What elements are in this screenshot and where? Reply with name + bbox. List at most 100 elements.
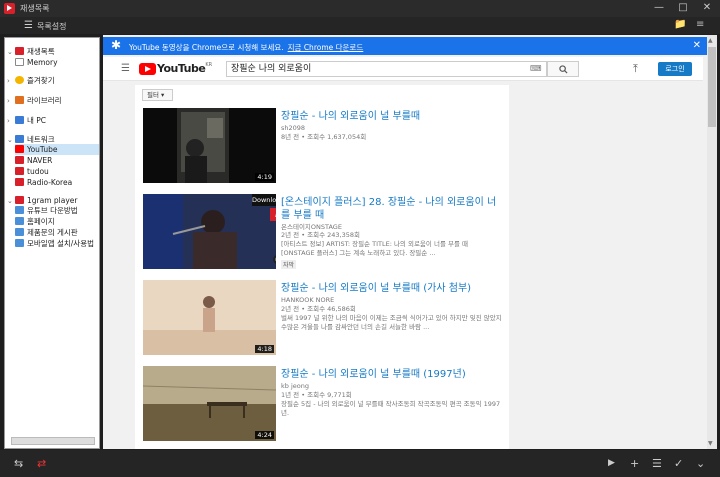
- video-meta: 2년 전 • 조회수 46,586회: [281, 305, 356, 313]
- upload-icon[interactable]: ⤒: [633, 62, 638, 76]
- tree-item-naver[interactable]: NAVER: [15, 155, 52, 166]
- playlist-icon[interactable]: ☰: [652, 457, 662, 470]
- expand-down-icon[interactable]: ⌄: [696, 457, 705, 470]
- memory-icon: [15, 58, 24, 66]
- chrome-download-link[interactable]: 지금 Chrome 다운로드: [288, 43, 364, 52]
- video-result[interactable]: Download(MP3) i ◷ [온스테이지 플러스] 28. 장필순 - …: [135, 194, 509, 274]
- horizontal-scrollbar[interactable]: [11, 437, 95, 445]
- channel-name[interactable]: kb jeong: [281, 382, 309, 391]
- download-tooltip: Download(MP3): [252, 194, 276, 206]
- tree-item-mobile-app[interactable]: 모바일앱 설치/사용법: [15, 238, 94, 249]
- folder-icon[interactable]: 📁: [674, 19, 686, 30]
- list-icon[interactable]: ☰: [24, 20, 33, 31]
- youtube-header: ☰ YouTubeKR 장필순 나의 외로움이 ⌨ ⤒ 로그인: [103, 57, 703, 81]
- video-meta: 2년 전 • 조회수 243,358회: [281, 231, 360, 239]
- video-meta: 8년 전 • 조회수 1,637,054회: [281, 133, 367, 141]
- channel-name[interactable]: HANKOOK NORE: [281, 296, 334, 305]
- video-title-link[interactable]: 장필순 - 나의 외로움이 널 부를때 (가사 첨부): [281, 282, 501, 295]
- video-title-link[interactable]: 장필순 - 나의 외로움이 널 부를때 (1997년): [281, 368, 501, 381]
- sidebar-tree[interactable]: ⌄ 재생목록 Memory › 즐겨찾기 › 라이브러리 › 내 PC ⌄ 네트워크 Yo…: [4, 37, 100, 449]
- star-icon: ✱: [111, 38, 122, 52]
- play-icon[interactable]: ▶: [608, 458, 615, 468]
- caption-badge: 자막: [281, 260, 297, 269]
- video-duration: 4:18: [255, 345, 274, 353]
- filter-button[interactable]: 필터 ▾: [142, 89, 173, 101]
- video-description: 장필순 5집 - 나의 외로움이 널 부를때 작사조동희 작곡조동익 편곡 조동…: [281, 400, 501, 417]
- video-result[interactable]: 4:18 장필순 - 나의 외로움이 널 부를때 (가사 첨부) HANKOOK…: [135, 280, 509, 360]
- channel-name[interactable]: sh2098: [281, 124, 305, 133]
- playlist-settings-label[interactable]: 목록설정: [37, 21, 66, 32]
- playlist-icon: [15, 47, 24, 55]
- video-result[interactable]: 4:19 장필순 - 나의 외로움이 널 부를때 sh2098 8년 전 • 조…: [135, 108, 509, 188]
- tree-item-library[interactable]: › 라이브러리: [7, 95, 62, 106]
- tree-item-homepage[interactable]: 홈페이지: [15, 216, 55, 227]
- shuffle-icon[interactable]: ⇄: [37, 457, 46, 470]
- sort-menu-icon[interactable]: ≡: [696, 19, 704, 30]
- youtube-play-icon: [139, 62, 156, 75]
- tree-item-my-pc[interactable]: › 내 PC: [7, 115, 46, 126]
- tree-item-youtube[interactable]: YouTube: [15, 144, 99, 155]
- collapse-arrow-icon[interactable]: ⌄: [7, 196, 15, 207]
- tree-item-youtube-guide[interactable]: 유튜브 다운방법: [15, 205, 78, 216]
- app-logo-icon: [15, 196, 24, 204]
- video-result[interactable]: 4:24 장필순 - 나의 외로움이 널 부를때 (1997년) kb jeon…: [135, 366, 509, 446]
- video-description: 벌써 1997 널 위한 나의 마음이 이제는 조금씩 식어가고 있어 하지만 …: [281, 314, 502, 331]
- video-title-link[interactable]: 장필순 - 나의 외로움이 널 부를때: [281, 110, 501, 123]
- close-icon[interactable]: ✕: [693, 40, 701, 51]
- close-button[interactable]: ✕: [696, 1, 718, 16]
- check-icon[interactable]: ✓: [674, 457, 683, 470]
- scroll-up-icon[interactable]: ▲: [708, 37, 713, 44]
- search-icon: [558, 65, 568, 74]
- youtube-logo[interactable]: YouTubeKR: [139, 62, 212, 75]
- video-thumbnail[interactable]: Download(MP3) i ◷: [143, 194, 276, 269]
- collapse-arrow-icon[interactable]: ⌄: [7, 47, 15, 58]
- login-button[interactable]: 로그인: [658, 62, 692, 76]
- chrome-promo-banner: ✱ YouTube 동영상을 Chrome으로 시청해 보세요. 지금 Chrom…: [103, 37, 717, 55]
- expand-arrow-icon[interactable]: ›: [7, 76, 15, 87]
- hamburger-menu-icon[interactable]: ☰: [121, 63, 130, 74]
- tree-item-playlist[interactable]: ⌄ 재생목록: [7, 46, 55, 57]
- network-icon: [15, 135, 24, 143]
- restore-button[interactable]: □: [672, 1, 694, 16]
- scroll-down-icon[interactable]: ▼: [708, 440, 713, 447]
- web-icon: [15, 156, 24, 164]
- tree-item-memory[interactable]: Memory: [15, 57, 58, 68]
- video-thumbnail[interactable]: 4:18: [143, 280, 276, 355]
- minimize-button[interactable]: —: [648, 1, 670, 16]
- banner-message: YouTube 동영상을 Chrome으로 시청해 보세요.: [129, 43, 284, 52]
- video-description: [아티스트 정보] ARTIST: 장필순 TITLE: 나의 외로움이 너를 …: [281, 240, 468, 257]
- video-duration: 4:24: [255, 431, 274, 439]
- search-input[interactable]: 장필순 나의 외로움이: [226, 61, 547, 77]
- search-button[interactable]: [547, 61, 579, 77]
- keyboard-icon[interactable]: ⌨: [530, 64, 542, 73]
- expand-arrow-icon[interactable]: ›: [7, 96, 15, 107]
- download-mp3-button[interactable]: i: [270, 208, 276, 221]
- web-icon: [15, 167, 24, 175]
- add-icon[interactable]: +: [630, 457, 639, 470]
- video-thumbnail[interactable]: 4:24: [143, 366, 276, 441]
- app-logo-icon: [4, 3, 15, 14]
- link-icon: [15, 239, 24, 247]
- video-duration: 4:19: [255, 173, 274, 181]
- youtube-browser-pane: ✱ YouTube 동영상을 Chrome으로 시청해 보세요. 지금 Chrom…: [103, 35, 717, 449]
- link-icon: [15, 228, 24, 236]
- vertical-scrollbar[interactable]: ▲ ▼: [707, 35, 717, 449]
- tree-item-favorites[interactable]: › 즐겨찾기: [7, 75, 55, 86]
- expand-arrow-icon[interactable]: ›: [7, 116, 15, 127]
- link-icon: [15, 217, 24, 225]
- video-title-link[interactable]: [온스테이지 플러스] 28. 장필순 - 나의 외로움이 너를 부를 때: [281, 196, 501, 222]
- collapse-arrow-icon[interactable]: ⌄: [7, 135, 15, 146]
- tree-item-radio-korea[interactable]: Radio-Korea: [15, 177, 72, 188]
- repeat-icon[interactable]: ⇆: [14, 457, 23, 470]
- title-bar: 재생목록 — □ ✕: [0, 0, 720, 17]
- bottom-toolbar: ⇆ ⇄ ▶ + ☰ ✓ ⌄: [0, 450, 720, 477]
- youtube-icon: [15, 145, 24, 153]
- video-meta: 1년 전 • 조회수 9,771회: [281, 391, 352, 399]
- window-title: 재생목록: [20, 4, 50, 13]
- link-icon: [15, 206, 24, 214]
- watch-later-icon[interactable]: ◷: [273, 255, 276, 264]
- tree-item-support-board[interactable]: 제품문의 게시판: [15, 227, 78, 238]
- tree-item-tudou[interactable]: tudou: [15, 166, 49, 177]
- scrollbar-thumb[interactable]: [708, 47, 716, 127]
- video-thumbnail[interactable]: 4:19: [143, 108, 276, 183]
